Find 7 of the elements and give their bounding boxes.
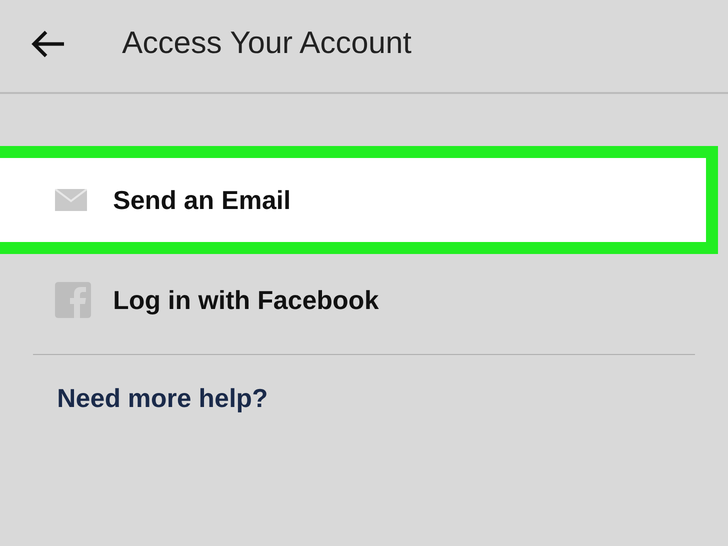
screen-title: Access Your Account	[122, 25, 412, 61]
facebook-icon	[55, 282, 91, 318]
envelope-icon	[55, 189, 87, 211]
help-link[interactable]: Need more help?	[57, 383, 268, 414]
option-row[interactable]: Send an Email	[0, 146, 718, 254]
back-arrow-icon[interactable]	[30, 29, 66, 59]
option-row[interactable]: Log in with Facebook	[0, 270, 718, 330]
